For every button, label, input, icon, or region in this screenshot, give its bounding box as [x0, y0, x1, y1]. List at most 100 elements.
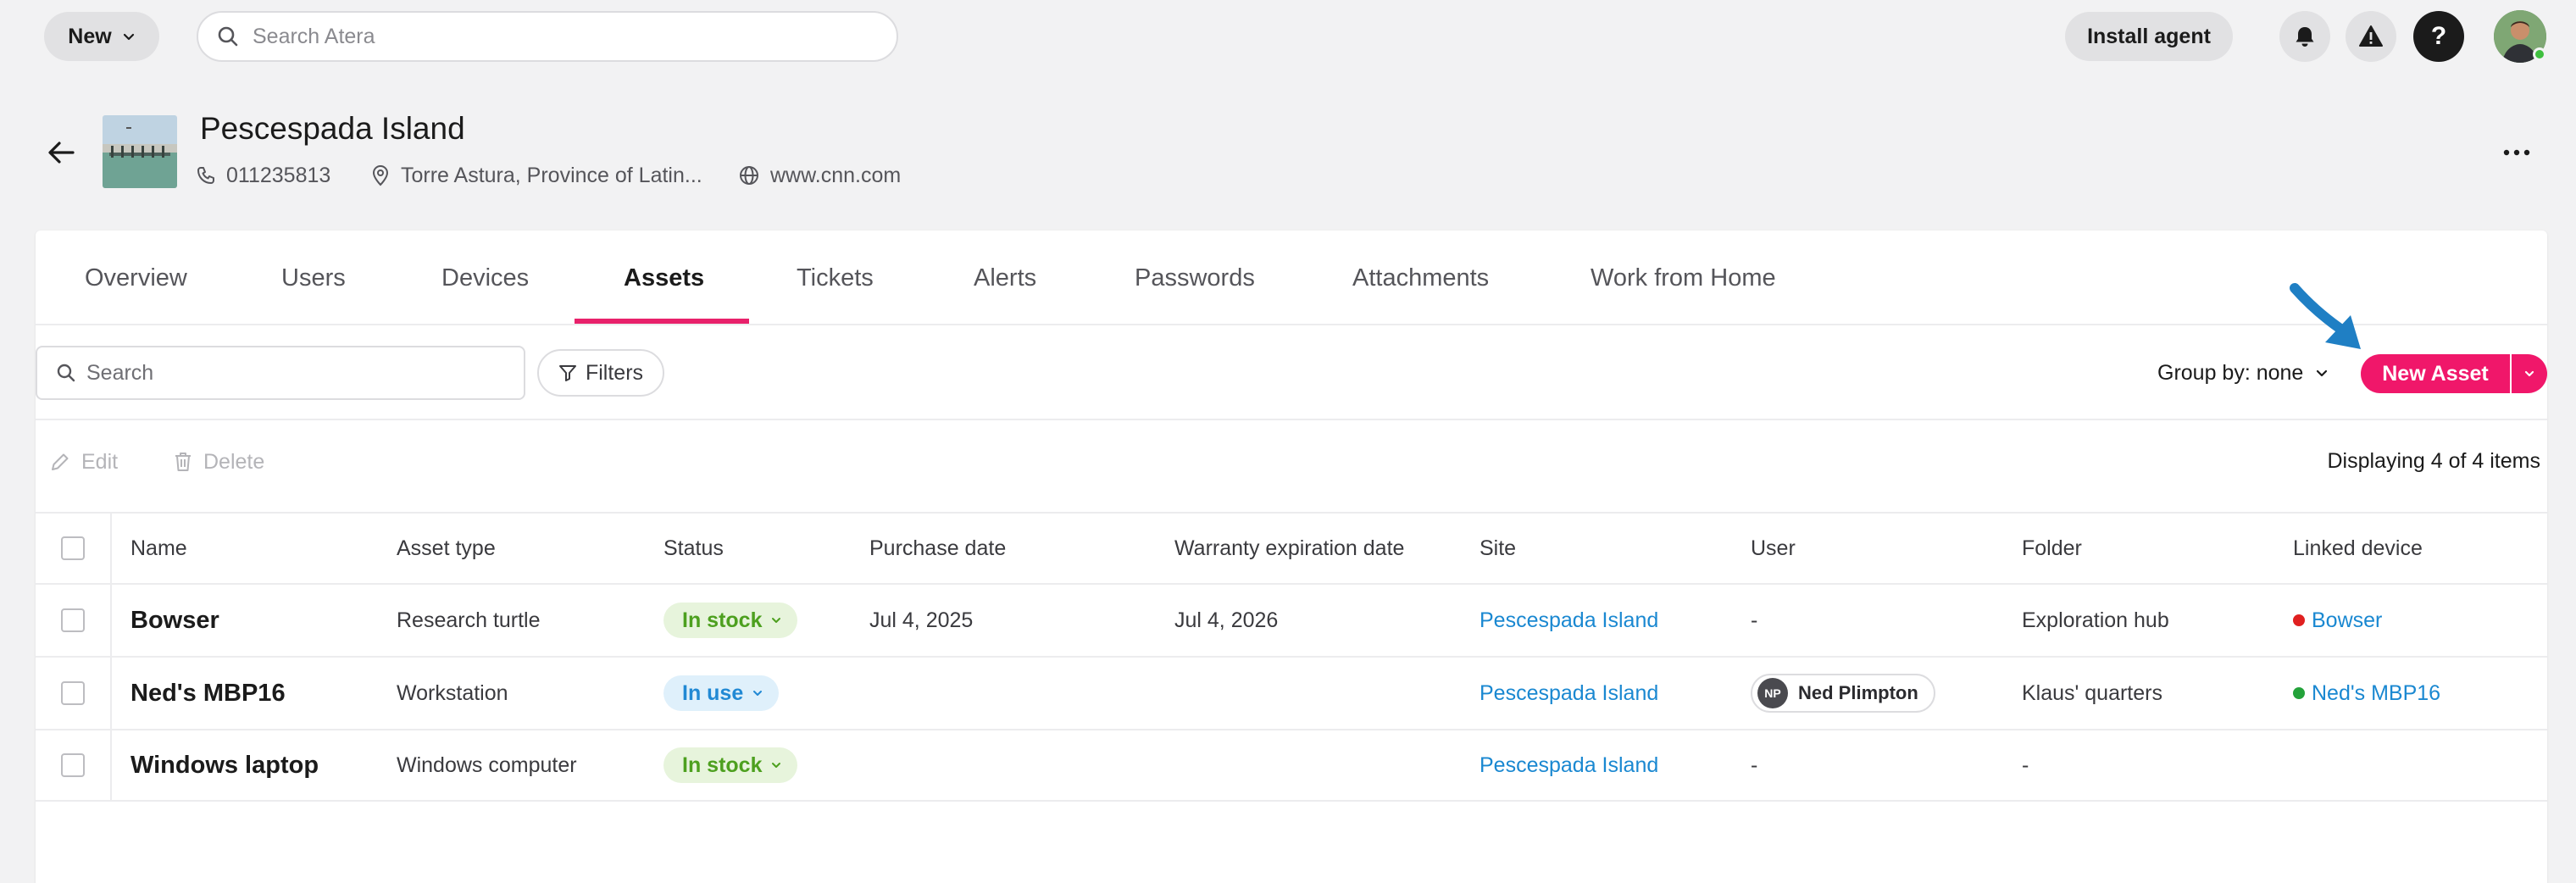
tab-passwords[interactable]: Passwords: [1135, 230, 1255, 325]
edit-label: Edit: [81, 449, 119, 474]
site-link[interactable]: Pescespada Island: [1480, 585, 1658, 656]
online-status-indicator: [2533, 47, 2546, 61]
device-status-dot: [2293, 614, 2305, 626]
asset-name[interactable]: Bowser: [130, 585, 219, 656]
globe-icon: [738, 164, 760, 186]
install-agent-button[interactable]: Install agent: [2065, 12, 2233, 61]
column-header-status[interactable]: Status: [663, 514, 724, 583]
site-image: [103, 115, 177, 188]
status-badge[interactable]: In stock: [663, 603, 798, 638]
row-checkbox[interactable]: [61, 753, 85, 777]
tab-users[interactable]: Users: [281, 230, 346, 325]
chevron-down-icon: [2523, 367, 2536, 380]
new-asset-dropdown-button[interactable]: [2512, 354, 2547, 393]
tab-attachments[interactable]: Attachments: [1352, 230, 1489, 325]
table-header: Name Asset type Status Purchase date War…: [36, 512, 2547, 583]
pencil-icon: [49, 451, 71, 473]
status-label: In stock: [682, 752, 763, 777]
items-count: Displaying 4 of 4 items: [2327, 449, 2540, 473]
status-label: In use: [682, 680, 744, 705]
divider: [36, 419, 2547, 420]
chevron-down-icon: [2315, 366, 2329, 380]
tab-tickets[interactable]: Tickets: [797, 230, 874, 325]
more-options-button[interactable]: [2500, 136, 2534, 169]
linked-device-link[interactable]: Bowser: [2312, 608, 2382, 633]
tab-alerts[interactable]: Alerts: [974, 230, 1036, 325]
trash-icon: [173, 451, 193, 473]
top-bar: New Install agent ?: [0, 0, 2576, 73]
column-header-warranty[interactable]: Warranty expiration date: [1174, 514, 1404, 583]
filters-label: Filters: [585, 360, 644, 385]
table-row[interactable]: Bowser Research turtle In stock Jul 4, 2…: [36, 583, 2547, 656]
tab-overview[interactable]: Overview: [85, 230, 187, 325]
notifications-button[interactable]: [2279, 11, 2330, 62]
row-checkbox[interactable]: [61, 608, 85, 632]
delete-button[interactable]: Delete: [173, 447, 264, 476]
site-link[interactable]: Pescespada Island: [1480, 658, 1658, 729]
assets-search-input[interactable]: [86, 360, 493, 386]
asset-name[interactable]: Windows laptop: [130, 730, 319, 800]
chevron-down-icon: [770, 759, 782, 771]
assets-table: Name Asset type Status Purchase date War…: [36, 512, 2547, 802]
user-value: -: [1751, 608, 1758, 632]
filter-icon: [558, 364, 577, 382]
purchase-date: Jul 4, 2025: [869, 608, 974, 632]
user-initials-avatar: NP: [1757, 678, 1788, 708]
folder-value: Klaus' quarters: [2022, 680, 2162, 705]
status-badge[interactable]: In stock: [663, 747, 798, 783]
linked-device-link[interactable]: Ned's MBP16: [2312, 681, 2440, 706]
location-pin-icon: [370, 164, 391, 186]
tab-work-from-home[interactable]: Work from Home: [1591, 230, 1776, 325]
more-horizontal-icon: [2500, 136, 2534, 169]
new-asset-button[interactable]: New Asset: [2361, 354, 2510, 393]
asset-type: Research turtle: [397, 608, 541, 632]
user-chip[interactable]: NP Ned Plimpton: [1751, 674, 1935, 713]
column-header-site[interactable]: Site: [1480, 514, 1516, 583]
search-icon: [217, 25, 239, 47]
device-status-dot: [2293, 687, 2305, 699]
chevron-down-icon: [752, 687, 763, 699]
folder-value: -: [2022, 752, 2029, 777]
alerts-button[interactable]: [2346, 11, 2396, 62]
column-header-linked-device[interactable]: Linked device: [2293, 514, 2423, 583]
active-tab-indicator: [575, 319, 749, 324]
column-header-folder[interactable]: Folder: [2022, 514, 2082, 583]
global-search-input[interactable]: [253, 24, 846, 49]
annotation-arrow-icon: [2288, 281, 2373, 366]
arrow-left-icon: [44, 136, 78, 169]
address-text: Torre Astura, Province of Latin...: [401, 163, 702, 187]
website-link[interactable]: www.cnn.com: [770, 164, 901, 188]
folder-value: Exploration hub: [2022, 608, 2169, 632]
assets-card: Overview Users Devices Assets Tickets Al…: [36, 230, 2547, 883]
help-icon: ?: [2430, 22, 2447, 50]
assets-search[interactable]: [36, 346, 525, 400]
table-row[interactable]: Windows laptop Windows computer In stock…: [36, 729, 2547, 802]
column-header-name[interactable]: Name: [130, 514, 187, 583]
phone-number: 011235813: [226, 163, 331, 187]
back-button[interactable]: [44, 136, 78, 169]
site-link[interactable]: Pescespada Island: [1480, 730, 1658, 800]
column-header-asset-type[interactable]: Asset type: [397, 514, 496, 583]
chevron-down-icon: [770, 614, 782, 626]
tab-assets[interactable]: Assets: [624, 230, 704, 325]
help-button[interactable]: ?: [2413, 11, 2464, 62]
table-row[interactable]: Ned's MBP16 Workstation In use Pescespad…: [36, 656, 2547, 729]
filters-button[interactable]: Filters: [537, 349, 664, 397]
column-header-user[interactable]: User: [1751, 514, 1796, 583]
status-badge[interactable]: In use: [663, 675, 780, 711]
tab-bar: Overview Users Devices Assets Tickets Al…: [36, 230, 2547, 325]
page-title: Pescespada Island: [200, 111, 465, 146]
row-checkbox[interactable]: [61, 681, 85, 705]
address-info: Torre Astura, Province of Latin...: [370, 161, 702, 190]
status-label: In stock: [682, 608, 763, 632]
asset-name[interactable]: Ned's MBP16: [130, 658, 286, 729]
warning-icon: [2358, 25, 2384, 48]
edit-button[interactable]: Edit: [49, 447, 118, 476]
warranty-date: Jul 4, 2026: [1174, 608, 1279, 632]
tab-devices[interactable]: Devices: [441, 230, 529, 325]
select-all-checkbox[interactable]: [61, 536, 85, 560]
new-button[interactable]: New: [44, 12, 159, 61]
column-header-purchase-date[interactable]: Purchase date: [869, 514, 1006, 583]
asset-type: Windows computer: [397, 752, 577, 777]
global-search[interactable]: [197, 11, 898, 62]
